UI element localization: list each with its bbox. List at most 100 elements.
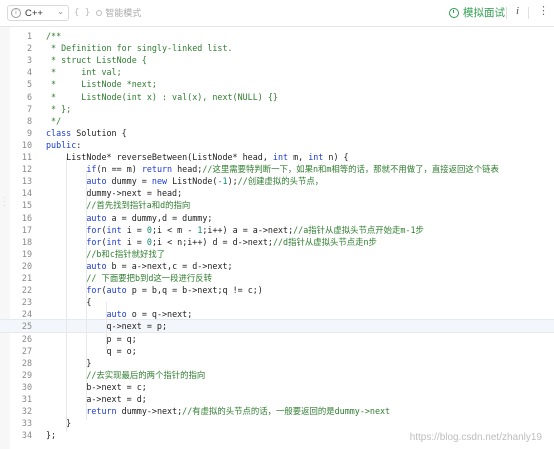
code-line[interactable]: 14 dummy->next = head; xyxy=(0,187,554,199)
code-line[interactable]: 1 /** xyxy=(0,30,554,42)
code-text: * Definition for singly-linked list. xyxy=(46,42,233,54)
code-token: * Definition for singly-linked list. xyxy=(46,43,233,54)
toggle-dot-icon xyxy=(96,9,103,16)
code-line[interactable]: 13 auto dummy = new ListNode(-1);//创建虚拟的… xyxy=(0,175,554,187)
code-line[interactable]: 31 a->next = d; xyxy=(0,393,554,405)
toolbar-divider xyxy=(528,7,529,19)
code-line[interactable]: 29 //去实现最后的两个指针的指向 xyxy=(0,369,554,381)
code-text: p = q; xyxy=(46,333,137,345)
code-text: * ListNode(int x) : val(x), next(NULL) {… xyxy=(46,91,278,103)
code-line[interactable]: 22 for(auto p = b,q = b->next;q != c;) xyxy=(0,284,554,296)
code-text: if(n == m) return head;//这里需要特判断一下，如果n和m… xyxy=(46,163,499,175)
code-line[interactable]: 27 q = o; xyxy=(0,345,554,357)
code-line[interactable]: 25 q->next = p; xyxy=(0,319,554,334)
code-token: return xyxy=(86,406,117,417)
code-token: { xyxy=(46,297,92,308)
code-line[interactable]: 11 ListNode* reverseBetween(ListNode* he… xyxy=(0,151,554,163)
code-token: int xyxy=(106,236,122,247)
code-token: new xyxy=(151,176,168,187)
code-line[interactable]: 3 * struct ListNode { xyxy=(0,54,554,66)
line-number: 28 xyxy=(21,357,32,368)
code-line[interactable]: 30 b->next = c; xyxy=(0,381,554,393)
code-line[interactable]: 9 class Solution { xyxy=(0,127,554,139)
code-line[interactable]: 10 public: xyxy=(0,139,554,151)
code-token: } xyxy=(46,418,72,429)
code-text: return dummy->next;//有虚拟的头节点的话，一般要返回的是du… xyxy=(46,405,390,417)
code-line[interactable]: 28 } xyxy=(0,357,554,369)
code-token: head; xyxy=(172,164,203,175)
code-line[interactable]: 19 //b和c指针就好找了 xyxy=(0,248,554,260)
code-line[interactable]: 20 auto b = a->next,c = d->next; xyxy=(0,260,554,272)
line-number: 21 xyxy=(21,273,32,283)
code-token: /** xyxy=(46,31,62,41)
code-text: * ListNode *next; xyxy=(46,78,157,90)
code-token: i = xyxy=(121,224,147,235)
line-number: 20 xyxy=(21,260,32,271)
code-text: auto a = dummy,d = dummy; xyxy=(46,212,212,224)
code-line[interactable]: 2 * Definition for singly-linked list. xyxy=(0,42,554,54)
code-token: class xyxy=(46,127,72,138)
smart-mode-toggle[interactable]: { } 智能模式 xyxy=(74,6,141,19)
code-token: int xyxy=(308,152,324,162)
code-token: for xyxy=(86,236,102,247)
code-token: Solution { xyxy=(71,127,127,138)
code-line[interactable]: 16 auto a = dummy,d = dummy; xyxy=(0,212,554,224)
line-number: 33 xyxy=(21,418,32,429)
code-token: n) { xyxy=(323,152,349,162)
line-number: 26 xyxy=(21,333,32,344)
settings-button[interactable]: ⋮ xyxy=(538,4,549,17)
code-token: auto xyxy=(86,176,107,187)
line-number: 30 xyxy=(21,381,32,392)
code-line[interactable]: 24 auto o = q->next; xyxy=(0,308,554,320)
code-token: b->next = c; xyxy=(46,381,147,392)
code-token: auto xyxy=(86,260,107,271)
code-token: * ListNode *next; xyxy=(46,79,157,90)
language-select[interactable]: i C++ ⌄ xyxy=(7,5,69,21)
code-text: /** xyxy=(46,30,61,42)
line-number: 24 xyxy=(21,309,32,320)
code-line[interactable]: 33 } xyxy=(0,417,554,429)
line-number: 29 xyxy=(21,369,32,380)
code-line[interactable]: 32 return dummy->next;//有虚拟的头节点的话，一般要返回的… xyxy=(0,405,554,417)
code-token: //去实现最后的两个指针的指向 xyxy=(86,369,206,380)
code-text: auto b = a->next,c = d->next; xyxy=(46,260,232,272)
code-token: * int val; xyxy=(46,67,122,78)
code-line[interactable]: 8 */ xyxy=(0,115,554,127)
code-text: auto o = q->next; xyxy=(46,308,193,320)
code-line[interactable]: 7 * }; xyxy=(0,103,554,115)
code-line[interactable]: 5 * ListNode *next; xyxy=(0,78,554,90)
line-number: 31 xyxy=(21,394,32,404)
line-number: 17 xyxy=(21,224,32,235)
code-line[interactable]: 26 p = q; xyxy=(0,333,554,345)
editor-toolbar: i C++ ⌄ { } 智能模式 模拟面试 i ⋮ xyxy=(0,0,554,27)
line-number: 34 xyxy=(21,430,32,441)
code-line[interactable]: 23 { xyxy=(0,296,554,308)
code-token: //a指针从虚拟头节点开始走m-1步 xyxy=(293,224,424,235)
code-text: for(auto p = b,q = b->next;q != c;) xyxy=(46,284,263,296)
code-line[interactable]: 15 //首先找到指针a和d的指向 xyxy=(0,199,554,211)
code-line[interactable]: 21 // 下面要把b到d这一段进行反转 xyxy=(0,272,554,284)
code-token: o = q->next; xyxy=(126,309,193,320)
info-button[interactable]: i xyxy=(516,5,519,17)
code-line[interactable]: 17 for(int i = 0;i < m - 1;i++) a = a->n… xyxy=(0,224,554,236)
mock-interview-button[interactable]: 模拟面试 xyxy=(449,5,505,20)
code-text: class Solution { xyxy=(46,127,127,139)
code-text: ListNode* reverseBetween(ListNode* head,… xyxy=(46,151,349,163)
line-number: 22 xyxy=(21,285,32,296)
code-token: //这里需要特判断一下，如果n和m相等的话，那就不用做了，直接返回这个链表 xyxy=(202,164,499,175)
code-line[interactable]: 18 for(int i = 0;i < n;i++) d = d->next;… xyxy=(0,236,554,248)
line-number: 27 xyxy=(21,345,32,356)
code-line[interactable]: 6 * ListNode(int x) : val(x), next(NULL)… xyxy=(0,91,554,103)
code-line[interactable]: 4 * int val; xyxy=(0,66,554,78)
code-token: // 下面要把b到d这一段进行反转 xyxy=(86,273,213,283)
code-text: } xyxy=(46,357,91,369)
code-line[interactable]: 12 if(n == m) return head;//这里需要特判断一下，如果… xyxy=(0,163,554,175)
code-token: : xyxy=(76,139,82,150)
line-number: 18 xyxy=(21,236,32,247)
code-text: }; xyxy=(46,429,56,441)
code-token: a = dummy,d = dummy; xyxy=(106,212,213,223)
code-editor[interactable]: · · · 1/** 2 * Definition for singly-linked… xyxy=(0,27,554,449)
code-text: } xyxy=(46,417,71,429)
info-circle-icon: i xyxy=(11,8,21,18)
